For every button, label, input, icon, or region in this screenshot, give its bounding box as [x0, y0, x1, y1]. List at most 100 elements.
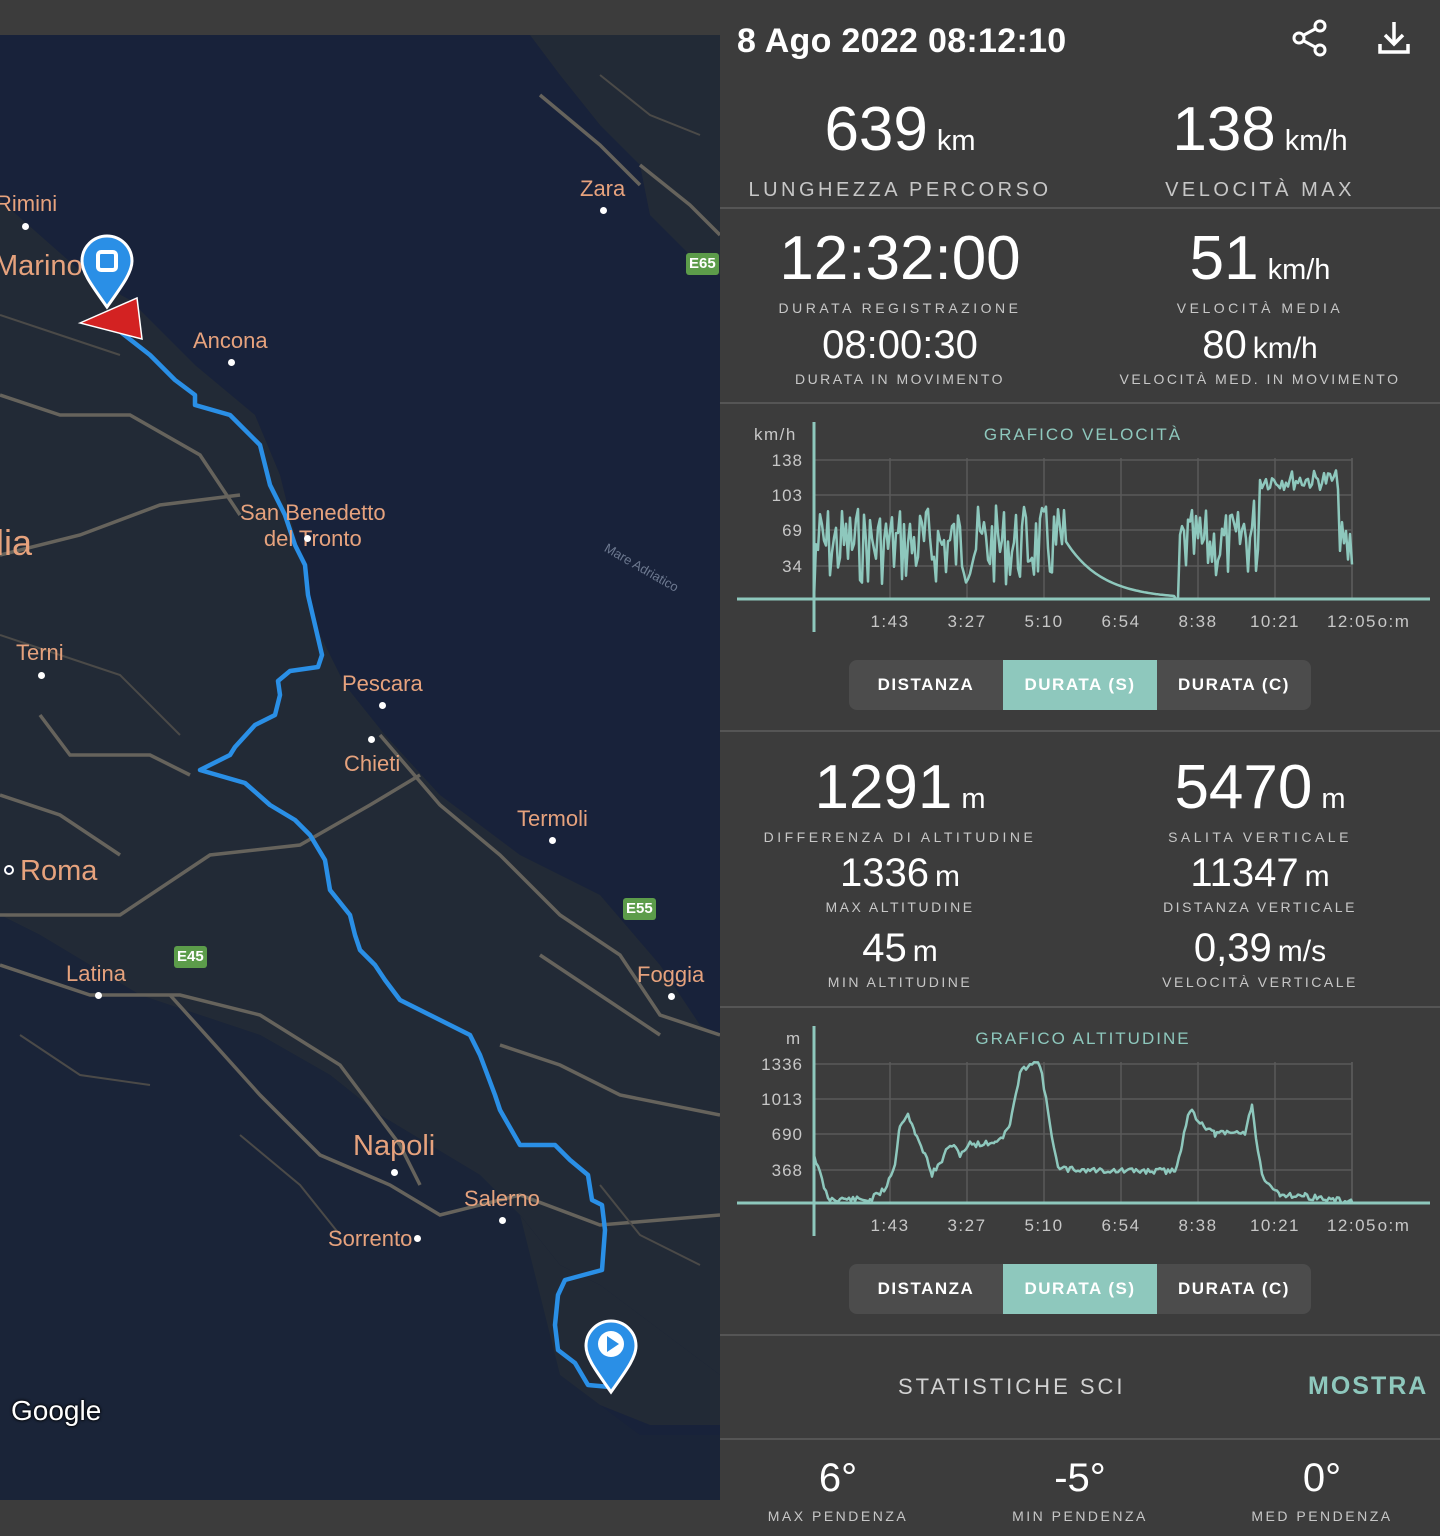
avg-speed-label: VELOCITÀ MEDIA	[1176, 300, 1344, 316]
stat-moving-duration: 08:00:30 DURATA IN MOVIMENTO	[720, 325, 1080, 387]
city-label-roma: Roma	[20, 855, 98, 887]
city-dot	[22, 223, 29, 230]
stat-duration: 12:32:00 DURATA REGISTRAZIONE	[720, 228, 1080, 317]
stat-vert-dist: 11347 m DISTANZA VERTICALE	[1080, 853, 1440, 915]
track-date-title: 8 Ago 2022 08:12:10	[737, 22, 1067, 60]
speed-x-tick: 1:43	[870, 612, 909, 631]
city-dot	[499, 1217, 506, 1224]
distance-value: 639	[824, 95, 928, 164]
stat-alt-diff: 1291 m DIFFERENZA DI ALTITUDINE	[720, 757, 1080, 846]
vert-dist-value: 11347	[1190, 851, 1299, 895]
map-view[interactable]: Rimini Marino Zara Ancona San Benedetto …	[0, 35, 720, 1500]
ski-stats-show-button[interactable]: MOSTRA	[1308, 1372, 1428, 1401]
city-label-foggia: Foggia	[637, 962, 705, 987]
speed-x-unit: o:m	[1378, 612, 1411, 631]
city-label-sorrento: Sorrento	[328, 1226, 413, 1251]
stat-distance: 639 km LUNGHEZZA PERCORSO	[720, 99, 1080, 202]
road-shield-e65: E65	[686, 253, 719, 275]
city-dot	[304, 535, 311, 542]
stat-max-speed: 138 km/h VELOCITÀ MAX	[1080, 99, 1440, 202]
city-dot	[228, 359, 235, 366]
speed-chart[interactable]: km/h GRAFICO VELOCITÀ 138 103 69 34 1:43 3:2…	[720, 410, 1440, 640]
stat-moving-avg-speed: 80 km/h VELOCITÀ MED. IN MOVIMENTO	[1080, 325, 1440, 387]
vert-speed-unit: m/s	[1277, 935, 1327, 968]
alt-toggle-duration-c[interactable]: DURATA (C)	[1157, 1264, 1311, 1314]
speed-x-tick: 5:10	[1024, 612, 1063, 631]
city-label-san-benedetto: San Benedetto del Tronto	[240, 500, 386, 551]
min-slope-label: MIN PENDENZA	[1012, 1508, 1148, 1524]
speed-y-tick: 34	[782, 557, 803, 576]
alt-toggle-duration-s[interactable]: DURATA (S)	[1003, 1264, 1157, 1314]
city-dot	[379, 702, 386, 709]
max-alt-value: 1336	[840, 851, 929, 895]
share-icon[interactable]	[1290, 18, 1330, 58]
vert-speed-label: VELOCITÀ VERTICALE	[1162, 974, 1358, 990]
vert-climb-label: SALITA VERTICALE	[1168, 829, 1352, 845]
divider	[720, 730, 1440, 732]
stats-panel: 8 Ago 2022 08:12:10 639 km LUNGHEZZA PERC…	[720, 0, 1440, 1536]
speed-y-tick: 69	[782, 521, 803, 540]
max-slope-value: 6°	[818, 1456, 858, 1500]
avg-slope-label: MED PENDENZA	[1251, 1508, 1393, 1524]
stat-vert-climb: 5470 m SALITA VERTICALE	[1080, 757, 1440, 846]
city-label-italia: lia	[0, 522, 33, 563]
min-alt-label: MIN ALTITUDINE	[827, 974, 973, 990]
alt-x-tick: 5:10	[1024, 1216, 1063, 1235]
divider	[720, 402, 1440, 404]
distance-unit: km	[936, 125, 976, 157]
max-slope-label: MAX PENDENZA	[767, 1508, 909, 1524]
speed-toggle-duration-s[interactable]: DURATA (S)	[1003, 660, 1157, 710]
speed-x-tick: 10:21	[1250, 612, 1300, 631]
speed-toggle-distance[interactable]: DISTANZA	[849, 660, 1003, 710]
moving-duration-label: DURATA IN MOVIMENTO	[794, 371, 1006, 387]
city-label-termoli: Termoli	[517, 806, 588, 831]
city-dot	[668, 993, 675, 1000]
avg-speed-unit: km/h	[1267, 254, 1331, 286]
city-label-chieti: Chieti	[344, 751, 401, 776]
road-shield-e45: E45	[174, 946, 207, 968]
vert-climb-value: 5470	[1174, 753, 1313, 822]
city-dot	[549, 837, 556, 844]
duration-label: DURATA REGISTRAZIONE	[778, 300, 1022, 316]
divider	[720, 1438, 1440, 1440]
speed-y-tick: 103	[772, 486, 803, 505]
min-alt-unit: m	[912, 935, 938, 968]
download-icon[interactable]	[1374, 18, 1414, 58]
moving-avg-speed-label: VELOCITÀ MED. IN MOVIMENTO	[1119, 371, 1401, 387]
city-dot	[414, 1235, 421, 1242]
stat-min-slope: -5° MIN PENDENZA	[962, 1458, 1198, 1524]
max-speed-value: 138	[1172, 95, 1276, 164]
moving-duration-value: 08:00:30	[822, 323, 978, 367]
alt-y-tick: 1013	[761, 1090, 803, 1109]
city-label-pescara: Pescara	[342, 671, 423, 696]
vert-climb-unit: m	[1321, 783, 1346, 815]
divider	[720, 1334, 1440, 1336]
city-label-ancona: Ancona	[193, 328, 268, 353]
city-label-terni: Terni	[16, 640, 64, 665]
city-dot	[368, 736, 375, 743]
city-label-napoli: Napoli	[353, 1130, 436, 1162]
alt-diff-unit: m	[961, 783, 986, 815]
city-dot	[391, 1169, 398, 1176]
alt-x-tick: 8:38	[1178, 1216, 1217, 1235]
speed-y-tick: 138	[772, 451, 803, 470]
stat-avg-slope: 0° MED PENDENZA	[1204, 1458, 1440, 1524]
alt-toggle-distance[interactable]: DISTANZA	[849, 1264, 1003, 1314]
altitude-chart[interactable]: m GRAFICO ALTITUDINE 1336 1013 690 368 1:43…	[720, 1014, 1440, 1244]
ski-stats-label: STATISTICHE SCI	[898, 1374, 1126, 1399]
city-dot	[95, 992, 102, 999]
avg-speed-value: 51	[1189, 224, 1259, 293]
max-speed-label: VELOCITÀ MAX	[1165, 179, 1355, 201]
city-label-san-marino: Marino	[0, 250, 83, 282]
speed-x-tick: 8:38	[1178, 612, 1217, 631]
stat-min-alt: 45 m MIN ALTITUDINE	[720, 928, 1080, 990]
alt-x-tick: 12:05	[1327, 1216, 1377, 1235]
alt-chart-title: GRAFICO ALTITUDINE	[975, 1029, 1190, 1048]
vert-dist-label: DISTANZA VERTICALE	[1163, 899, 1357, 915]
speed-toggle-duration-c[interactable]: DURATA (C)	[1157, 660, 1311, 710]
max-alt-unit: m	[934, 860, 960, 893]
min-alt-value: 45	[862, 926, 907, 970]
alt-x-tick: 6:54	[1101, 1216, 1140, 1235]
speed-chart-toggle: DISTANZA DURATA (S) DURATA (C)	[849, 660, 1311, 710]
alt-x-tick: 3:27	[947, 1216, 986, 1235]
